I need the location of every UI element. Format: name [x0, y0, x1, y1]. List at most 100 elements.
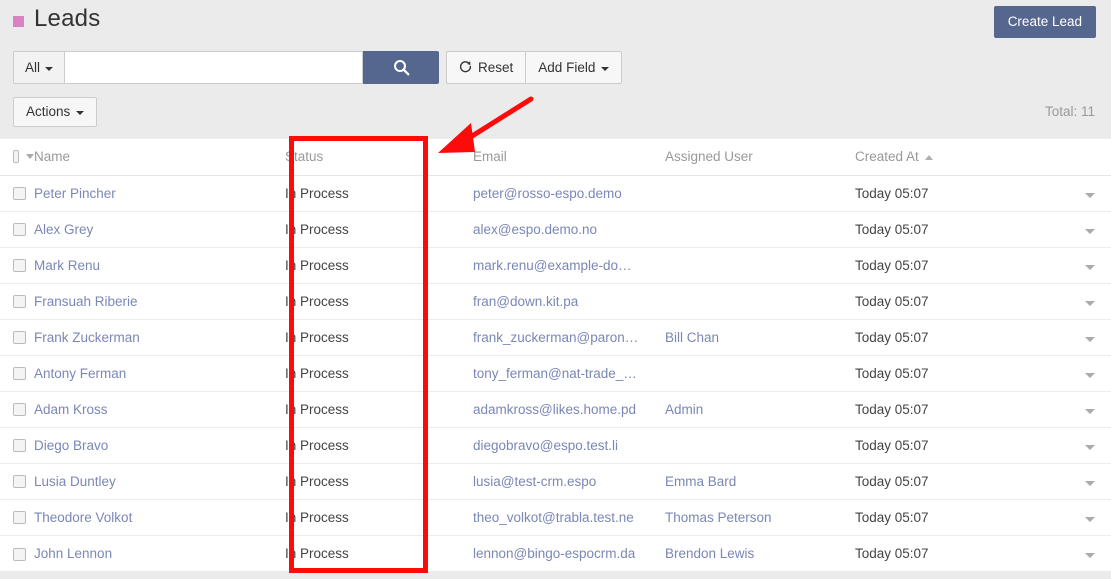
cell-row-menu — [1035, 391, 1111, 428]
chevron-down-icon — [601, 66, 610, 71]
table-row[interactable]: Lusia Duntley In Process lusia@test-crm.es… — [0, 463, 1111, 500]
email-link[interactable]: adamkross@likes.home.pd — [473, 402, 636, 417]
assigned-user-link[interactable]: Emma Bard — [665, 474, 736, 489]
row-checkbox-cell — [0, 499, 34, 536]
actions-toolbar: Actions — [13, 97, 98, 128]
row-checkbox[interactable] — [13, 331, 26, 345]
row-menu-dropdown-icon[interactable] — [1085, 372, 1095, 378]
table-row[interactable]: Mark Renu In Process mark.renu@example-do…… — [0, 247, 1111, 284]
row-menu-dropdown-icon[interactable] — [1085, 408, 1095, 414]
assigned-user-link[interactable]: Thomas Peterson — [665, 510, 772, 525]
row-checkbox[interactable] — [13, 547, 26, 561]
cell-row-menu — [1035, 319, 1111, 356]
table-row[interactable]: Frank Zuckerman In Process frank_zuckerman… — [0, 319, 1111, 356]
actions-dropdown[interactable]: Actions — [13, 97, 98, 127]
table-row[interactable]: John Lennon In Process lennon@bingo-espocr… — [0, 535, 1111, 571]
assigned-user-link[interactable]: Admin — [665, 402, 703, 417]
lead-name-link[interactable]: John Lennon — [34, 546, 112, 561]
email-link[interactable]: frank_zuckerman@paron… — [473, 330, 638, 345]
email-link[interactable]: lusia@test-crm.espo — [473, 474, 596, 489]
cell-status: In Process — [285, 391, 473, 428]
search-scope-label: All — [25, 60, 41, 75]
create-lead-button[interactable]: Create Lead — [993, 6, 1096, 38]
table-row[interactable]: Adam Kross In Process adamkross@likes.home… — [0, 391, 1111, 428]
leads-list-page: Leads Create Lead All Reset Add Field Ac… — [0, 0, 1111, 579]
table-row[interactable]: Peter Pincher In Process peter@rosso-espo.… — [0, 175, 1111, 212]
add-field-dropdown[interactable]: Add Field — [526, 51, 623, 84]
email-link[interactable]: mark.renu@example-do… — [473, 258, 632, 273]
assigned-user-link[interactable]: Bill Chan — [665, 330, 719, 345]
table-row[interactable]: Alex Grey In Process alex@espo.demo.no Toda… — [0, 211, 1111, 248]
header-cell-name[interactable]: Name — [34, 139, 285, 176]
row-checkbox[interactable] — [13, 223, 26, 237]
row-checkbox-cell — [0, 535, 34, 571]
lead-name-link[interactable]: Alex Grey — [34, 222, 93, 237]
row-menu-dropdown-icon[interactable] — [1085, 552, 1095, 558]
lead-name-link[interactable]: Lusia Duntley — [34, 474, 116, 489]
table-row[interactable]: Theodore Volkot In Process theo_volkot@tra… — [0, 499, 1111, 536]
row-menu-dropdown-icon[interactable] — [1085, 444, 1095, 450]
header-cell-assigned-user[interactable]: Assigned User — [665, 139, 855, 176]
status-value: In Process — [285, 437, 349, 453]
row-menu-dropdown-icon[interactable] — [1085, 228, 1095, 234]
email-link[interactable]: fran@down.kit.pa — [473, 294, 578, 309]
header-cell-email[interactable]: Email — [473, 139, 665, 176]
assigned-user-link[interactable]: Brendon Lewis — [665, 546, 754, 561]
row-menu-dropdown-icon[interactable] — [1085, 300, 1095, 306]
cell-row-menu — [1035, 283, 1111, 320]
cell-email: lennon@bingo-espocrm.da — [473, 535, 665, 571]
row-checkbox[interactable] — [13, 439, 26, 453]
email-link[interactable]: peter@rosso-espo.demo — [473, 186, 622, 201]
header-cell-created-at[interactable]: Created At — [855, 139, 1035, 176]
table-row[interactable]: Diego Bravo In Process diegobravo@espo.tes… — [0, 427, 1111, 464]
lead-name-link[interactable]: Mark Renu — [34, 258, 100, 273]
lead-name-link[interactable]: Theodore Volkot — [34, 510, 132, 525]
header-cell-status[interactable]: Status — [285, 139, 473, 176]
created-at-value: Today 05:07 — [855, 437, 929, 453]
row-checkbox[interactable] — [13, 295, 26, 309]
lead-name-link[interactable]: Diego Bravo — [34, 438, 108, 453]
reset-button[interactable]: Reset — [446, 51, 527, 84]
email-link[interactable]: theo_volkot@trabla.test.ne — [473, 510, 634, 525]
status-value: In Process — [285, 509, 349, 525]
lead-name-link[interactable]: Peter Pincher — [34, 186, 116, 201]
lead-name-link[interactable]: Antony Ferman — [34, 366, 126, 381]
row-checkbox[interactable] — [13, 511, 26, 525]
email-link[interactable]: lennon@bingo-espocrm.da — [473, 546, 635, 561]
cell-assigned-user — [665, 211, 855, 248]
email-link[interactable]: diegobravo@espo.test.li — [473, 438, 618, 453]
email-link[interactable]: alex@espo.demo.no — [473, 222, 597, 237]
row-menu-dropdown-icon[interactable] — [1085, 480, 1095, 486]
row-menu-dropdown-icon[interactable] — [1085, 192, 1095, 198]
table-row[interactable]: Fransuah Riberie In Process fran@down.kit.… — [0, 283, 1111, 320]
row-menu-dropdown-icon[interactable] — [1085, 264, 1095, 270]
email-link[interactable]: tony_ferman@nat-trade_… — [473, 366, 637, 381]
row-checkbox[interactable] — [13, 187, 26, 201]
row-checkbox[interactable] — [13, 475, 26, 489]
row-checkbox[interactable] — [13, 367, 26, 381]
search-button[interactable] — [363, 51, 440, 84]
row-checkbox[interactable] — [13, 403, 26, 417]
select-all-dropdown-icon[interactable] — [26, 154, 34, 160]
status-value: In Process — [285, 365, 349, 381]
header-cell-checkbox — [0, 139, 34, 176]
lead-name-link[interactable]: Frank Zuckerman — [34, 330, 140, 345]
row-menu-dropdown-icon[interactable] — [1085, 336, 1095, 342]
lead-name-link[interactable]: Fransuah Riberie — [34, 294, 138, 309]
search-input[interactable] — [64, 51, 364, 84]
created-at-value: Today 05:07 — [855, 221, 929, 237]
status-value: In Process — [285, 401, 349, 417]
cell-assigned-user — [665, 427, 855, 464]
created-at-value: Today 05:07 — [855, 473, 929, 489]
cell-assigned-user — [665, 283, 855, 320]
row-checkbox[interactable] — [13, 259, 26, 273]
table-row[interactable]: Antony Ferman In Process tony_ferman@nat-t… — [0, 355, 1111, 392]
select-all-checkbox[interactable] — [13, 150, 19, 164]
row-menu-dropdown-icon[interactable] — [1085, 516, 1095, 522]
cell-created-at: Today 05:07 — [855, 391, 1035, 428]
cell-created-at: Today 05:07 — [855, 319, 1035, 356]
cell-created-at: Today 05:07 — [855, 355, 1035, 392]
search-scope-dropdown[interactable]: All — [13, 51, 65, 84]
lead-name-link[interactable]: Adam Kross — [34, 402, 108, 417]
row-checkbox-cell — [0, 355, 34, 392]
